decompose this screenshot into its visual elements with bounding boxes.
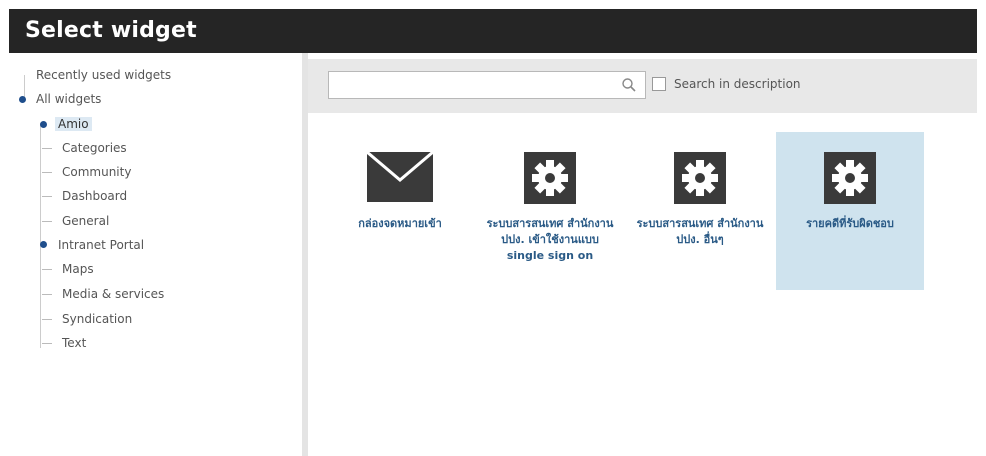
widget-name: กล่องจดหมายเข้า [358,217,442,230]
widget-tile[interactable]: ระบบสารสนเทศ สำนักงาน ปปง. อื่นๆ [626,132,774,290]
tree-branch-line [42,343,52,344]
tree-item-label: General [62,214,110,228]
tree-item-label: Syndication [62,312,133,326]
widget-tile[interactable]: ระบบสารสนเทศ สำนักงาน ปปง. เข้าใช้งานแบบ… [476,132,624,290]
search-in-description-checkbox[interactable] [652,77,666,91]
widget-grid: กล่องจดหมายเข้า ระบบสารสนเทศ สำนักงาน ปป… [308,113,977,456]
tree-item-label: Community [62,165,132,179]
tree-branch-line [42,294,52,295]
tree-branch-line [42,172,52,173]
tree-item-intranet-portal[interactable]: Intranet Portal [55,236,147,254]
tree-item-all-widgets[interactable]: All widgets [33,90,104,108]
tree-branch-line [42,196,52,197]
tree-branch-line [42,269,52,270]
tree-item-label: Media & services [62,287,165,301]
tree-connector [24,75,25,97]
gear-icon [524,152,576,204]
tree-item-amio[interactable]: Amio [55,115,92,133]
envelope-icon [367,152,433,202]
search-box[interactable] [328,71,646,99]
tree-item-label: Categories [62,141,127,155]
tree-item-label: Intranet Portal [58,238,145,252]
tree-item-media-services[interactable]: Media & services [59,285,167,303]
search-input[interactable] [333,75,617,97]
dialog-titlebar: Select widget [9,9,977,53]
tree-item-label: Dashboard [62,189,128,203]
tree-item-label: Text [62,336,87,350]
tree-branch-line [42,148,52,149]
tree-item-label: Amio [55,117,92,131]
tree-item-dashboard[interactable]: Dashboard [59,187,130,205]
search-icon[interactable] [621,77,637,93]
expand-icon[interactable] [40,121,47,128]
tree-item-categories[interactable]: Categories [59,139,130,157]
tree-item-general[interactable]: General [59,212,112,230]
tree-item-community[interactable]: Community [59,163,134,181]
tree-branch-line [42,319,52,320]
tree-item-syndication[interactable]: Syndication [59,310,135,328]
search-toolbar: Search in description [308,59,977,113]
tree-item-recently-used[interactable]: Recently used widgets [33,66,174,84]
category-tree: Recently used widgets All widgets Amio C… [9,53,308,456]
gear-icon [674,152,726,204]
select-widget-dialog: Select widget Recently used widgets All … [0,0,986,456]
widget-name: ระบบสารสนเทศ สำนักงาน ปปง. อื่นๆ [636,217,764,246]
tree-item-maps[interactable]: Maps [59,260,97,278]
tree-item-label: All widgets [36,92,102,106]
widget-tile[interactable]: รายคดีที่รับผิดชอบ [776,132,924,290]
dialog-title: Select widget [25,18,197,43]
gear-icon [824,152,876,204]
tree-branch-line [42,221,52,222]
search-in-description-label: Search in description [674,77,801,91]
tree-item-text[interactable]: Text [59,334,89,352]
expand-icon[interactable] [19,96,26,103]
tree-item-label: Recently used widgets [36,68,172,82]
widget-name: รายคดีที่รับผิดชอบ [806,217,894,230]
tree-item-label: Maps [62,262,94,276]
widget-name: ระบบสารสนเทศ สำนักงาน ปปง. เข้าใช้งานแบบ… [486,217,614,262]
expand-icon[interactable] [40,241,47,248]
widget-tile[interactable]: กล่องจดหมายเข้า [326,132,474,290]
tree-connector [40,123,41,348]
